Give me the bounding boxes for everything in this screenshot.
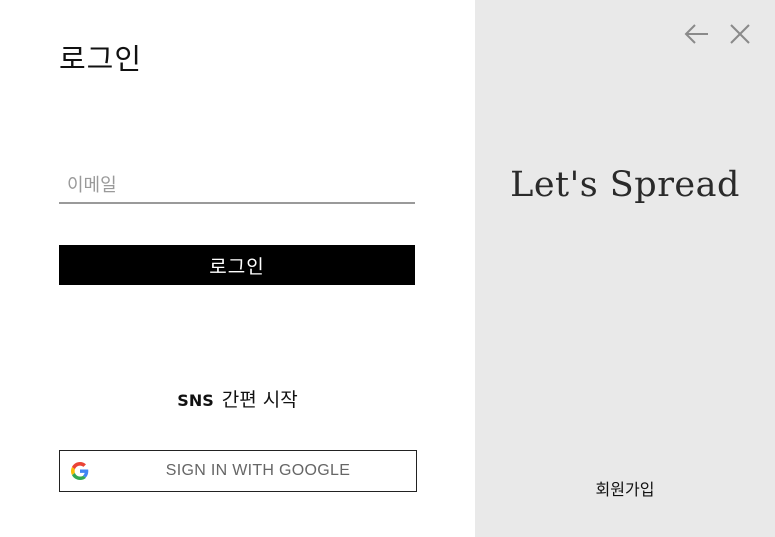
- sns-heading: SNS 간편 시작: [0, 385, 475, 412]
- google-sign-in-button[interactable]: SIGN IN WITH GOOGLE: [59, 450, 417, 492]
- page-title: 로그인: [59, 42, 143, 76]
- back-button[interactable]: [683, 20, 711, 48]
- google-button-label: SIGN IN WITH GOOGLE: [165, 462, 351, 479]
- email-field[interactable]: [59, 168, 415, 204]
- signup-link[interactable]: 회원가입: [475, 476, 775, 500]
- close-button[interactable]: [726, 20, 754, 48]
- login-button[interactable]: 로그인: [59, 245, 415, 285]
- login-dialog: 로그인 로그인 SNS 간편 시작 SIGN IN WITH GOOGLE: [0, 0, 775, 537]
- brand-slogan: Let's Spread: [510, 165, 740, 205]
- sns-label: SNS: [177, 391, 214, 410]
- sns-subtitle: 간편 시작: [221, 389, 298, 411]
- close-icon: [730, 24, 750, 44]
- arrow-left-icon: [684, 24, 708, 44]
- login-panel: 로그인 로그인 SNS 간편 시작 SIGN IN WITH GOOGLE: [0, 0, 475, 537]
- google-logo-icon: [71, 462, 89, 480]
- side-panel: Let's Spread 회원가입: [475, 0, 775, 537]
